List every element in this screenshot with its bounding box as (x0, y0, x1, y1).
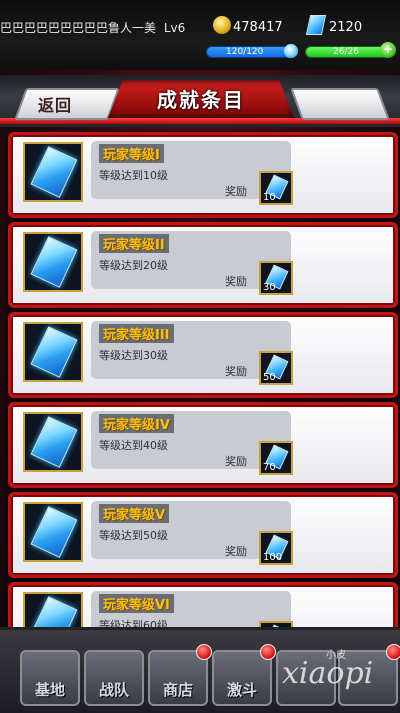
coin-value: 478417 (233, 20, 283, 35)
back-button-label[interactable]: 返回 (38, 92, 72, 116)
achievement-title: 玩家等级V (99, 504, 170, 523)
achievement-icon (23, 412, 83, 472)
notification-dot (386, 644, 400, 660)
achievement-desc: 等级达到50级 (99, 529, 168, 542)
achievement-icon (23, 502, 83, 562)
reward-label: 奖励 (225, 275, 247, 288)
reward-box: 30 (259, 261, 293, 295)
gem-icon (305, 15, 327, 35)
player-level: Lv6 (163, 21, 186, 35)
reward-box: 10 (259, 171, 293, 205)
notification-dot (260, 644, 276, 660)
reward-box: 50 (259, 351, 293, 385)
achievement-title: 玩家等级III (99, 324, 174, 343)
coin-icon (213, 16, 231, 34)
reward-label: 奖励 (225, 185, 247, 198)
achievement-icon (23, 322, 83, 382)
achievement-item[interactable]: 玩家等级VI 等级达到60级 奖励 (8, 582, 398, 627)
achievement-icon (23, 232, 83, 292)
reward-box: 100 (259, 531, 293, 565)
crystal-icon (30, 416, 78, 468)
achievement-icon (23, 142, 83, 202)
achievement-icon (23, 592, 83, 627)
achievement-title: 玩家等级IV (99, 414, 174, 433)
stamina-value: 26/26 (333, 47, 359, 57)
nav-shop-button[interactable]: 商店 (148, 644, 212, 706)
reward-qty: 70 (263, 462, 276, 473)
watermark: xiaopi (282, 656, 374, 691)
achievement-item[interactable]: 玩家等级IV 等级达到40级 奖励 70 (8, 402, 398, 488)
crystal-icon (30, 236, 78, 288)
reward-label: 奖励 (225, 365, 247, 378)
reward-box: 70 (259, 441, 293, 475)
achievement-desc: 等级达到40级 (99, 439, 168, 452)
achievement-item[interactable]: 玩家等级I 等级达到10级 奖励 10 (8, 132, 398, 218)
nav-battle-button[interactable]: 激斗 (212, 644, 276, 706)
achievement-list[interactable]: 玩家等级I 等级达到10级 奖励 10 玩家等级II 等级达到20级 奖励 30… (0, 130, 400, 627)
player-name: 巴巴巴巴巴巴巴巴巴鲁人一美 Lv6 (0, 19, 185, 36)
crystal-icon (30, 506, 78, 558)
crystal-icon (30, 596, 78, 627)
top-status-bar: 巴巴巴巴巴巴巴巴巴鲁人一美 Lv6 478417 2120 120/120 26… (0, 0, 400, 70)
reward-label: 奖励 (225, 545, 247, 558)
nav-battle-label: 激斗 (226, 681, 257, 699)
notification-dot (196, 644, 212, 660)
reward-qty: 100 (263, 552, 283, 563)
gem-value: 2120 (329, 20, 363, 35)
nav-shop-label: 商店 (162, 681, 193, 699)
player-name-text: 巴巴巴巴巴巴巴巴巴鲁人一美 (0, 21, 157, 35)
achievement-item[interactable]: 玩家等级III 等级达到30级 奖励 50 (8, 312, 398, 398)
energy-value: 120/120 (226, 47, 264, 57)
energy-orb-icon (284, 44, 298, 58)
achievement-desc: 等级达到60级 (99, 619, 168, 627)
crystal-icon (30, 146, 78, 198)
achievement-title: 玩家等级VI (99, 594, 174, 613)
reward-qty: 50 (263, 372, 276, 383)
header-right-plate (290, 88, 390, 120)
achievement-item[interactable]: 玩家等级II 等级达到20级 奖励 30 (8, 222, 398, 308)
nav-team-button[interactable]: 战队 (84, 650, 144, 706)
achievement-desc: 等级达到10级 (99, 169, 168, 182)
reward-qty: 10 (263, 192, 276, 203)
nav-base-button[interactable]: 基地 (20, 650, 80, 706)
add-stamina-icon[interactable]: + (380, 42, 396, 58)
reward-qty: 30 (263, 282, 276, 293)
achievement-title: 玩家等级I (99, 144, 164, 163)
achievement-desc: 等级达到20级 (99, 259, 168, 272)
page-title: 成就条目 (157, 88, 245, 112)
crystal-icon (30, 326, 78, 378)
achievement-desc: 等级达到30级 (99, 349, 168, 362)
achievement-title: 玩家等级II (99, 234, 169, 253)
nav-team-label: 战队 (98, 681, 129, 699)
nav-base-label: 基地 (34, 681, 65, 699)
reward-label: 奖励 (225, 455, 247, 468)
achievement-item[interactable]: 玩家等级V 等级达到50级 奖励 100 (8, 492, 398, 578)
